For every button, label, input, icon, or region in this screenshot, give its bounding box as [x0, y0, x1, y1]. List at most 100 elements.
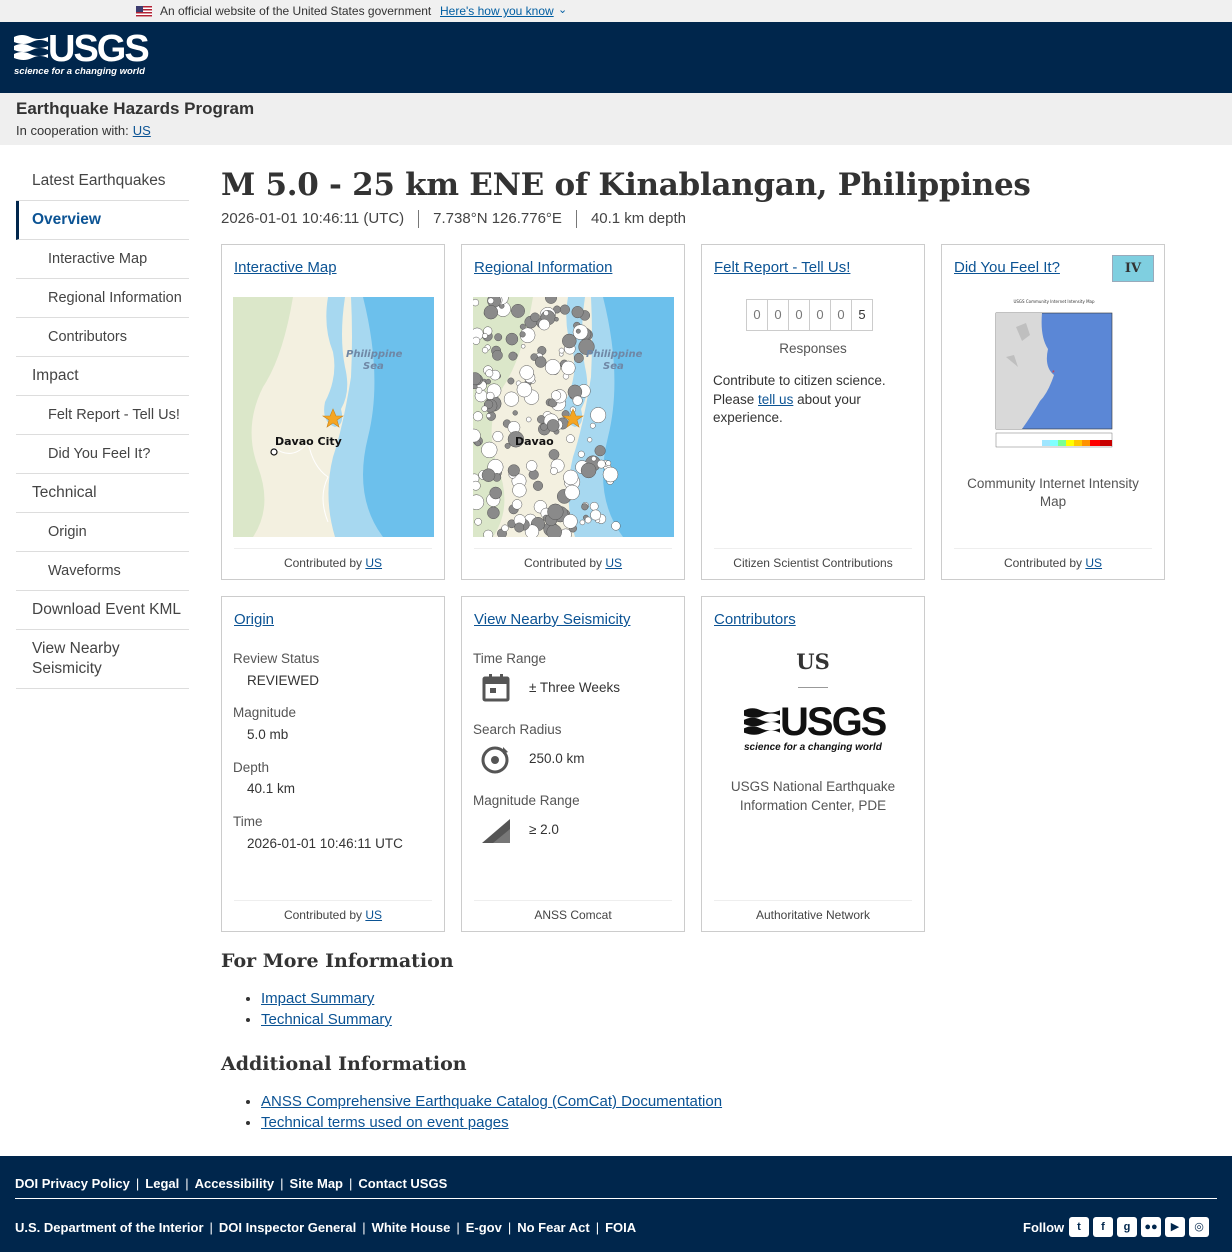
- contributor-name: USGS National Earthquake Information Cen…: [730, 779, 896, 813]
- no-fear-act-link[interactable]: No Fear Act: [517, 1220, 589, 1235]
- seismicity-dot: [559, 304, 570, 315]
- seismicity-dot: [511, 499, 523, 510]
- dyfi-map-thumbnail[interactable]: USGS Community Internet Intensity Map *: [982, 297, 1126, 453]
- technical-terms-link[interactable]: Technical terms used on event pages: [261, 1114, 509, 1131]
- seismicity-dot: [602, 466, 619, 483]
- regional-info-link[interactable]: Regional Information: [474, 259, 612, 276]
- footer-divider: [15, 1198, 1217, 1199]
- seismicity-dot: [577, 450, 585, 458]
- seismicity-dot: [492, 431, 504, 442]
- site-header: USGS science for a changing world: [0, 22, 1232, 93]
- tell-us-link[interactable]: tell us: [758, 392, 793, 407]
- felt-report-link[interactable]: Felt Report - Tell Us!: [714, 259, 850, 276]
- usgs-logo[interactable]: USGS science for a changing world: [14, 29, 150, 83]
- sidebar-item-latest-earthquakes[interactable]: Latest Earthquakes: [16, 162, 189, 201]
- magnitude-label: Magnitude: [233, 705, 297, 720]
- usgs-logo: USGS science for a changing world: [744, 702, 887, 757]
- sidebar-item-download-kml[interactable]: Download Event KML: [16, 591, 189, 630]
- seismicity-dot: [520, 344, 526, 349]
- contributor-us-link[interactable]: US: [365, 908, 382, 922]
- doi-link[interactable]: U.S. Department of the Interior: [15, 1220, 204, 1235]
- additional-info-list: ANSS Comprehensive Earthquake Catalog (C…: [261, 1091, 1121, 1133]
- sidebar-item-nearby-seismicity[interactable]: View Nearby Seismicity: [16, 630, 189, 689]
- seismicity-dot: [508, 351, 518, 361]
- event-summary: 2026-01-01 10:46:11 (UTC) 7.738°N 126.776…: [221, 210, 1211, 230]
- follow-label: Follow: [1023, 1220, 1065, 1235]
- coop-us-link[interactable]: US: [133, 123, 151, 138]
- sidebar-item-did-you-feel-it[interactable]: Did You Feel It?: [16, 435, 189, 474]
- seismicity-dot: [481, 441, 498, 459]
- seismicity-dot: [605, 460, 612, 467]
- seismicity-dot: [512, 483, 527, 498]
- sidebar-item-impact[interactable]: Impact: [16, 357, 189, 396]
- contributor-us-link[interactable]: US: [1085, 556, 1102, 570]
- card-footer: Contributed by US: [954, 548, 1152, 570]
- sidebar-item-overview[interactable]: Overview: [16, 201, 189, 240]
- seismicity-dot: [519, 323, 526, 330]
- sidebar-item-interactive-map[interactable]: Interactive Map: [16, 240, 189, 279]
- card-footer: Contributed by US: [234, 548, 432, 570]
- how-you-know-link[interactable]: Here's how you know: [440, 4, 554, 18]
- footer-links-secondary: U.S. Department of the Interior | DOI Insp…: [15, 1220, 637, 1235]
- privacy-policy-link[interactable]: DOI Privacy Policy: [15, 1176, 130, 1191]
- additional-information-section: Additional Information ANSS Comprehensiv…: [221, 1053, 1121, 1133]
- seismicity-dot: [487, 506, 500, 520]
- contributor-us-link[interactable]: US: [605, 556, 622, 570]
- contributors-link[interactable]: Contributors: [714, 611, 796, 628]
- seismicity-dot: [483, 529, 494, 537]
- technical-summary-link[interactable]: Technical Summary: [261, 1011, 392, 1028]
- chevron-down-icon[interactable]: ⌄: [558, 3, 567, 16]
- contributor-us-link[interactable]: US: [365, 556, 382, 570]
- nearby-seismicity-link[interactable]: View Nearby Seismicity: [474, 611, 630, 628]
- footer-prefix: Contributed by: [283, 908, 363, 922]
- regional-map-thumbnail[interactable]: Philippine Sea Davao: [473, 297, 674, 537]
- inspector-general-link[interactable]: DOI Inspector General: [219, 1220, 356, 1235]
- usgs-wordmark: USGS: [48, 28, 150, 70]
- egov-link[interactable]: E-gov: [466, 1220, 502, 1235]
- seismicity-dot: [473, 336, 481, 345]
- more-info-list: Impact Summary Technical Summary: [261, 988, 1121, 1030]
- counter-digit: 0: [830, 299, 852, 331]
- sidebar-item-waveforms[interactable]: Waveforms: [16, 552, 189, 591]
- interactive-map-link[interactable]: Interactive Map: [234, 259, 337, 276]
- responses-label: Responses: [779, 341, 847, 356]
- origin-link[interactable]: Origin: [234, 611, 274, 628]
- seismicity-dot: [514, 522, 525, 533]
- flickr-icon[interactable]: ●●: [1141, 1217, 1161, 1237]
- search-radius-value: 250.0 km: [529, 751, 585, 766]
- contact-usgs-link[interactable]: Contact USGS: [358, 1176, 447, 1191]
- dyfi-link[interactable]: Did You Feel It?: [954, 259, 1060, 276]
- sidebar-item-origin[interactable]: Origin: [16, 513, 189, 552]
- github-icon[interactable]: g: [1117, 1217, 1137, 1237]
- seismicity-dot: [596, 459, 606, 469]
- foia-link[interactable]: FOIA: [605, 1220, 636, 1235]
- seismicity-dot: [486, 391, 495, 401]
- accessibility-link[interactable]: Accessibility: [195, 1176, 275, 1191]
- sidebar-item-technical[interactable]: Technical: [16, 474, 189, 513]
- seismicity-dot: [590, 509, 602, 521]
- seismicity-dot: [530, 312, 540, 323]
- twitter-icon[interactable]: t: [1069, 1217, 1089, 1237]
- footer-links-primary: DOI Privacy Policy | Legal | Accessibility | S…: [15, 1176, 448, 1191]
- sidebar-item-regional-information[interactable]: Regional Information: [16, 279, 189, 318]
- legal-link[interactable]: Legal: [145, 1176, 179, 1191]
- seismicity-dot: [512, 410, 518, 416]
- magnitude-value: 5.0 mb: [247, 727, 289, 742]
- facebook-icon[interactable]: f: [1093, 1217, 1113, 1237]
- seismicity-dot: [558, 347, 565, 354]
- white-house-link[interactable]: White House: [372, 1220, 451, 1235]
- program-title[interactable]: Earthquake Hazards Program: [16, 99, 254, 119]
- interactive-map-thumbnail[interactable]: Philippine Sea Davao City: [233, 297, 434, 537]
- interactive-map-card: Interactive Map Philippine Sea Davao Cit…: [221, 244, 445, 580]
- youtube-icon[interactable]: ▶: [1165, 1217, 1185, 1237]
- seismicity-dot: [525, 416, 532, 423]
- impact-summary-link[interactable]: Impact Summary: [261, 990, 374, 1007]
- time-range-row: ± Three Weeks: [473, 673, 673, 705]
- sidebar-item-contributors[interactable]: Contributors: [16, 318, 189, 357]
- sidebar-item-felt-report[interactable]: Felt Report - Tell Us!: [16, 396, 189, 435]
- seismicity-dot: [494, 333, 503, 342]
- instagram-icon[interactable]: ◎: [1189, 1217, 1209, 1237]
- seismicity-dot: [473, 298, 480, 307]
- site-map-link[interactable]: Site Map: [290, 1176, 343, 1191]
- comcat-docs-link[interactable]: ANSS Comprehensive Earthquake Catalog (C…: [261, 1093, 722, 1110]
